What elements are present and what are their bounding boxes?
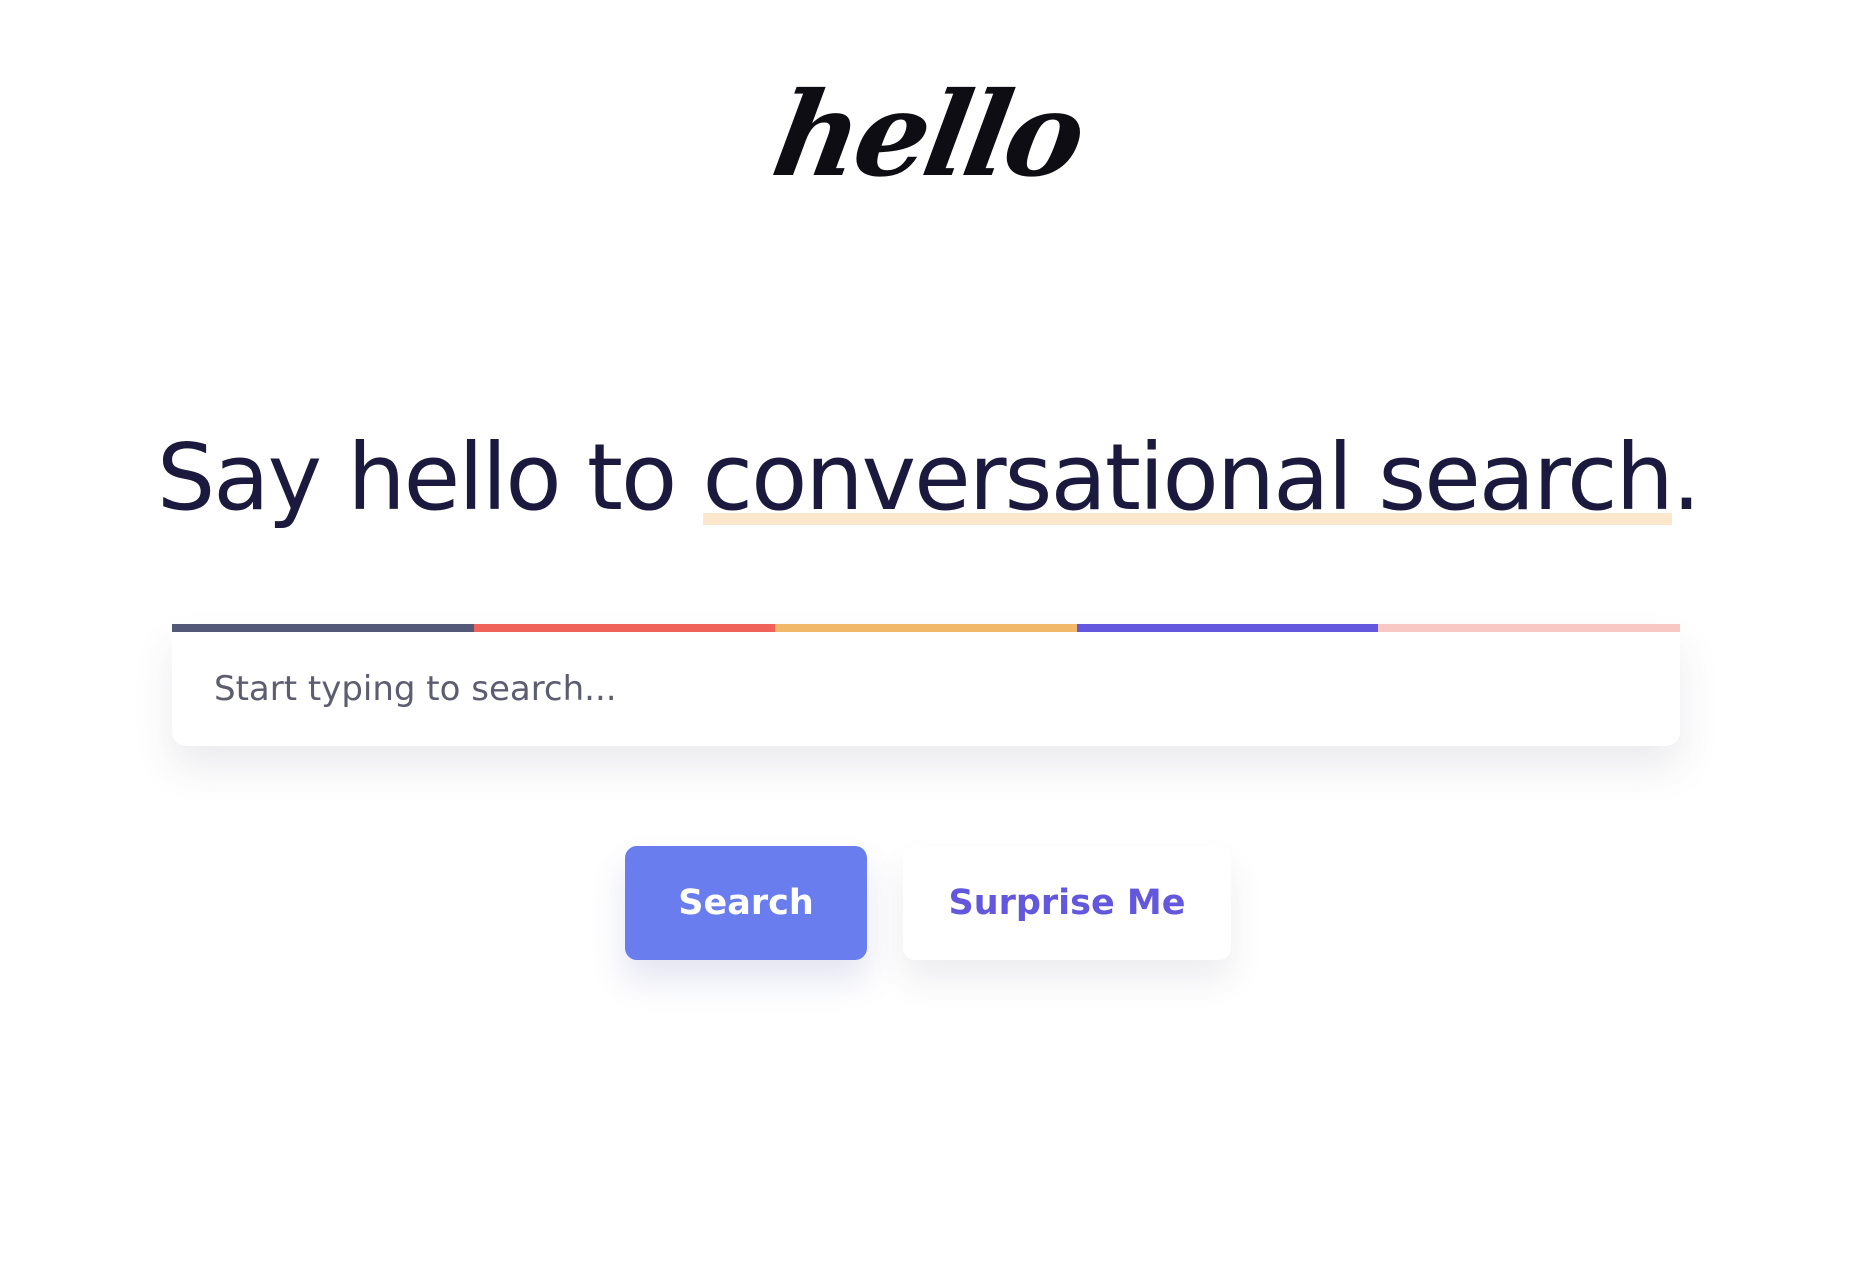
logo-text: hello	[764, 67, 1092, 203]
accent-segment-4	[1076, 624, 1379, 632]
hello-logo: hello	[0, 60, 1856, 210]
accent-segment-2	[473, 624, 776, 632]
search-input[interactable]	[172, 632, 1680, 746]
surprise-me-button[interactable]: Surprise Me	[903, 846, 1231, 960]
action-buttons: Search Surprise Me	[0, 846, 1856, 960]
search-box	[172, 624, 1680, 746]
accent-segment-1	[172, 624, 474, 632]
headline-suffix: .	[1671, 424, 1701, 531]
accent-segment-3	[775, 624, 1077, 632]
page-headline: Say hello to conversational search.	[0, 418, 1856, 538]
accent-segment-5	[1378, 624, 1680, 632]
headline-prefix: Say hello to	[156, 424, 703, 531]
search-button[interactable]: Search	[625, 846, 867, 960]
color-accent-bar	[172, 624, 1680, 632]
headline-highlight: conversational search	[702, 424, 1674, 531]
